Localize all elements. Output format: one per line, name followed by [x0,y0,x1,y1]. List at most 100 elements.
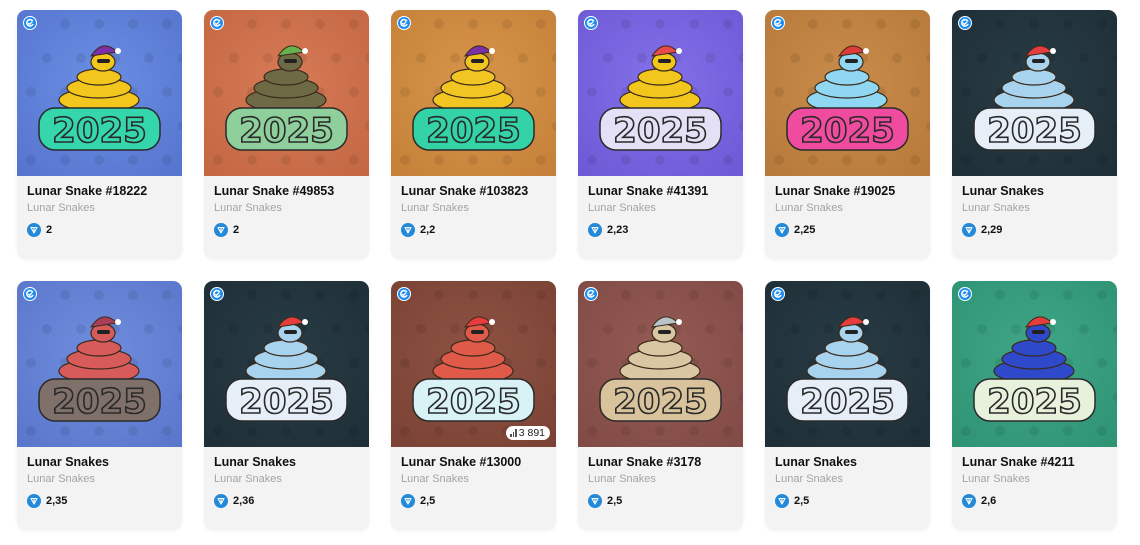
nft-title: Lunar Snake #4211 [962,455,1075,469]
verified-icon [23,287,37,301]
nft-image: 2025 [952,10,1117,176]
nft-card-3[interactable]: 2025 Lunar Snake #103823 Lunar Snakes 2,… [391,10,556,259]
price: 2,36 [214,494,254,508]
price-value: 2,35 [46,495,68,507]
verified-icon [210,16,224,30]
price: 2,6 [962,494,996,508]
nft-artwork: 2025 [391,281,556,447]
nft-artwork: 2025 [17,281,182,447]
price-value: 2 [233,224,240,236]
price-value: 2,36 [233,495,255,507]
nft-card-1[interactable]: 2025 Lunar Snake #18222 Lunar Snakes 2 [17,10,182,259]
ton-icon [588,494,602,508]
nft-card-2[interactable]: 2025 Lunar Snake #49853 Lunar Snakes 2 [204,10,369,259]
nft-title: Lunar Snake #49853 [214,184,335,198]
svg-text:2025: 2025 [800,111,895,151]
nft-card-9[interactable]: 2025 3 891 Lunar Snake #13000 Lunar Snak… [391,281,556,530]
verified-icon [584,16,598,30]
bars-icon [510,429,517,437]
svg-text:2025: 2025 [426,382,521,422]
nft-artwork: 2025 [952,281,1117,447]
collection-name: Lunar Snakes [214,202,282,214]
svg-text:2025: 2025 [239,111,334,151]
nft-artwork: 2025 [204,281,369,447]
nft-artwork: 2025 [204,10,369,176]
svg-text:2025: 2025 [613,111,708,151]
collection-name: Lunar Snakes [962,473,1030,485]
collection-name: Lunar Snakes [588,202,656,214]
nft-image: 2025 [391,10,556,176]
nft-image: 2025 [578,10,743,176]
collection-name: Lunar Snakes [27,473,95,485]
nft-image: 2025 [204,10,369,176]
nft-grid: 2025 Lunar Snake #18222 Lunar Snakes 2 2… [17,10,1117,530]
verified-icon [771,287,785,301]
price: 2,25 [775,223,815,237]
verified-icon [23,16,37,30]
verified-icon [397,287,411,301]
price-value: 2,5 [794,495,810,507]
nft-image: 2025 [952,281,1117,447]
collection-name: Lunar Snakes [401,473,469,485]
ton-icon [214,223,228,237]
svg-text:2025: 2025 [800,382,895,422]
nft-title: Lunar Snake #103823 [401,184,529,198]
price: 2 [214,223,239,237]
price-value: 2,5 [420,495,436,507]
price: 2,35 [27,494,67,508]
price-value: 2,25 [794,224,816,236]
ton-icon [588,223,602,237]
verified-icon [958,16,972,30]
verified-icon [397,16,411,30]
nft-card-5[interactable]: 2025 Lunar Snake #19025 Lunar Snakes 2,2… [765,10,930,259]
collection-name: Lunar Snakes [588,473,656,485]
ton-icon [775,223,789,237]
ton-icon [962,494,976,508]
collection-name: Lunar Snakes [962,202,1030,214]
svg-text:2025: 2025 [239,382,334,422]
price: 2 [27,223,52,237]
nft-title: Lunar Snakes [27,455,109,469]
views-count: 3 891 [518,427,545,439]
ton-icon [27,494,41,508]
nft-card-12[interactable]: 2025 Lunar Snake #4211 Lunar Snakes 2,6 [952,281,1117,530]
ton-icon [775,494,789,508]
svg-text:2025: 2025 [52,382,147,422]
verified-icon [584,287,598,301]
nft-image: 2025 [17,10,182,176]
nft-artwork: 2025 [765,281,930,447]
price: 2,23 [588,223,628,237]
nft-image: 2025 [578,281,743,447]
nft-artwork: 2025 [578,281,743,447]
price: 2,2 [401,223,435,237]
nft-title: Lunar Snakes [962,184,1044,198]
nft-card-8[interactable]: 2025 Lunar Snakes Lunar Snakes 2,36 [204,281,369,530]
ton-icon [214,494,228,508]
price: 2,5 [401,494,435,508]
svg-text:2025: 2025 [613,382,708,422]
price: 2,29 [962,223,1002,237]
nft-image: 2025 [17,281,182,447]
nft-image: 2025 3 891 [391,281,556,447]
price-value: 2,29 [981,224,1003,236]
price: 2,5 [588,494,622,508]
nft-artwork: 2025 [952,10,1117,176]
price-value: 2,2 [420,224,436,236]
nft-artwork: 2025 [391,10,556,176]
ton-icon [401,494,415,508]
nft-card-11[interactable]: 2025 Lunar Snakes Lunar Snakes 2,5 [765,281,930,530]
svg-text:2025: 2025 [52,111,147,151]
ton-icon [401,223,415,237]
nft-title: Lunar Snakes [214,455,296,469]
price-value: 2 [46,224,53,236]
verified-icon [771,16,785,30]
ton-icon [27,223,41,237]
nft-card-10[interactable]: 2025 Lunar Snake #3178 Lunar Snakes 2,5 [578,281,743,530]
nft-title: Lunar Snake #3178 [588,455,702,469]
collection-name: Lunar Snakes [775,202,843,214]
price: 2,5 [775,494,809,508]
nft-card-4[interactable]: 2025 Lunar Snake #41391 Lunar Snakes 2,2… [578,10,743,259]
nft-card-7[interactable]: 2025 Lunar Snakes Lunar Snakes 2,35 [17,281,182,530]
nft-image: 2025 [204,281,369,447]
nft-card-6[interactable]: 2025 Lunar Snakes Lunar Snakes 2,29 [952,10,1117,259]
